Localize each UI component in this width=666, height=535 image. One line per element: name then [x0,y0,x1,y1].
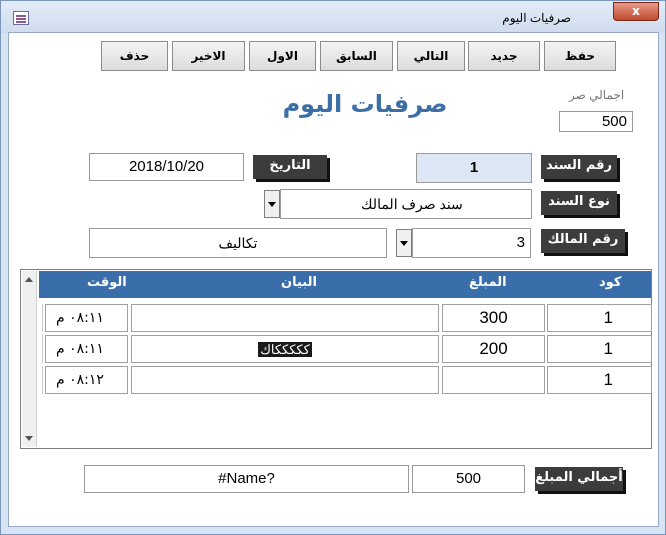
page-title: صرفيات اليوم [282,90,448,118]
owner-number-label: رقم المالك [541,229,625,253]
window-title: صرفيات اليوم [502,11,571,25]
first-button[interactable]: الاول [249,41,316,71]
new-button[interactable]: جديد [468,41,540,71]
owner-number-field[interactable]: 3 [412,228,531,258]
form-icon[interactable] [13,11,29,25]
cell-code[interactable]: 1 [547,335,652,363]
header-time: الوقت [87,275,127,290]
record-selector[interactable] [39,335,43,363]
previous-button[interactable]: السابق [320,41,393,71]
total-amount-field[interactable]: 500 [412,465,525,493]
record-selector[interactable] [39,304,43,332]
cell-description[interactable] [131,366,439,394]
title-bar: صرفيات اليوم x [1,1,665,33]
scroll-up-icon[interactable] [25,277,33,282]
owner-name-field[interactable]: تكاليف [89,228,387,258]
cell-amount[interactable]: 300 [442,304,545,332]
voucher-type-select[interactable]: سند صرف المالك [280,189,532,219]
cell-code[interactable]: 1 [547,366,652,394]
cell-time[interactable]: ٠٨:١١ م [45,304,128,332]
voucher-number-label: رقم السند [541,155,617,179]
form-window: صرفيات اليوم x حفظ جديد التالي السابق ال… [0,0,666,535]
total-amount-label: أجمالي المبلغ [535,467,623,491]
header-code: كود [599,275,622,290]
subform-scrollbar[interactable] [22,271,37,447]
cell-code[interactable]: 1 [547,304,652,332]
cell-time[interactable]: ٠٨:١١ م [45,335,128,363]
owner-dropdown-icon[interactable] [396,229,412,257]
cell-amount[interactable]: 200 [442,335,545,363]
summary-label: اجمالي صر [569,88,625,102]
date-label: التاريخ [253,155,327,179]
grid-header: كود المبلغ البيان الوقت [39,271,651,298]
voucher-type-dropdown-icon[interactable] [264,190,280,218]
header-description: البيان [281,275,317,290]
save-button[interactable]: حفظ [544,41,616,71]
record-selector[interactable] [39,366,43,394]
cell-description[interactable]: كككككاك [131,335,439,363]
next-button[interactable]: التالي [397,41,465,71]
scroll-down-icon[interactable] [25,436,33,441]
delete-button[interactable]: حذف [101,41,168,71]
last-button[interactable]: الاخير [172,41,245,71]
form-body: حفظ جديد التالي السابق الاول الاخير حذف … [8,32,659,527]
summary-total-field[interactable]: 500 [559,111,633,132]
header-amount: المبلغ [469,275,507,290]
close-icon: x [632,4,640,18]
cell-description[interactable] [131,304,439,332]
date-field[interactable]: 2018/10/20 [89,153,244,181]
details-subform: كود المبلغ البيان الوقت 1 300 ٠٨:١١ م 1 … [20,269,652,449]
cell-amount[interactable] [442,366,545,394]
cell-time[interactable]: ٠٨:١٢ م [45,366,128,394]
voucher-number-field[interactable]: 1 [416,153,532,183]
close-button[interactable]: x [613,2,659,21]
description-text: كككككاك [258,342,312,357]
name-error-field[interactable]: #Name? [84,465,409,493]
voucher-type-label: نوع السند [541,191,617,215]
